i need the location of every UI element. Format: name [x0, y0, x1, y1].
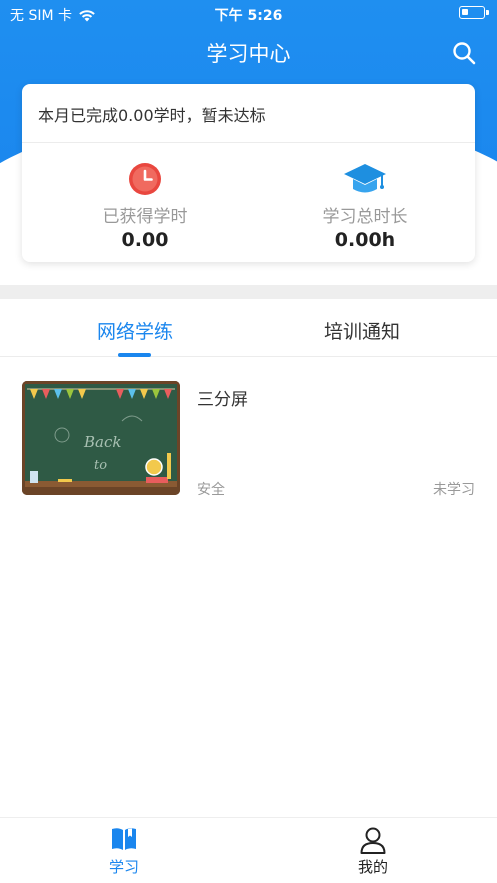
course-title: 三分屏 — [197, 390, 248, 410]
total-duration-label: 学习总时长 — [322, 207, 408, 227]
page-title: 学习中心 — [206, 42, 291, 66]
search-icon[interactable] — [452, 41, 476, 65]
monthly-progress-message: 本月已完成0.00学时，暂未达标 — [38, 106, 266, 125]
course-category: 安全 — [197, 482, 225, 498]
earned-hours-label: 已获得学时 — [102, 207, 188, 227]
user-icon — [360, 827, 386, 854]
course-status: 未学习 — [433, 482, 475, 498]
earned-hours-stat: 已获得学时 0.00 — [45, 162, 245, 251]
course-thumbnail: Back to — [22, 381, 180, 495]
nav-study[interactable]: 学习 — [0, 826, 248, 877]
course-item[interactable]: Back to 三分屏 安全 未学习 — [22, 381, 475, 498]
nav-mine[interactable]: 我的 — [249, 826, 497, 877]
svg-text:Back: Back — [83, 433, 121, 451]
graduation-cap-icon — [344, 164, 386, 193]
nav-mine-label: 我的 — [357, 858, 388, 876]
total-duration-value: 0.00h — [334, 229, 396, 251]
card-divider — [22, 142, 475, 143]
svg-text:to: to — [94, 458, 107, 473]
study-stats-card: 本月已完成0.00学时，暂未达标 已获得学时 0.00 学习总时长 0.00h — [22, 84, 475, 262]
earned-hours-value: 0.00 — [121, 229, 169, 251]
content-tabs: 网络学练 培训通知 — [0, 299, 497, 357]
section-separator — [0, 285, 497, 299]
active-tab-indicator — [118, 353, 151, 357]
status-time: 下午 5:26 — [214, 8, 283, 24]
book-icon — [112, 828, 136, 850]
bottom-navigation: 学习 我的 — [0, 817, 497, 883]
tab-training-notice[interactable]: 培训通知 — [238, 317, 486, 344]
tab-online-practice[interactable]: 网络学练 — [11, 317, 259, 344]
nav-study-label: 学习 — [108, 858, 139, 876]
clock-icon — [129, 163, 161, 195]
chalkboard-image: Back to — [22, 381, 180, 495]
total-duration-stat: 学习总时长 0.00h — [265, 162, 465, 251]
battery-icon — [459, 6, 489, 19]
status-bar: 无 SIM 卡 下午 5:26 — [0, 0, 497, 26]
